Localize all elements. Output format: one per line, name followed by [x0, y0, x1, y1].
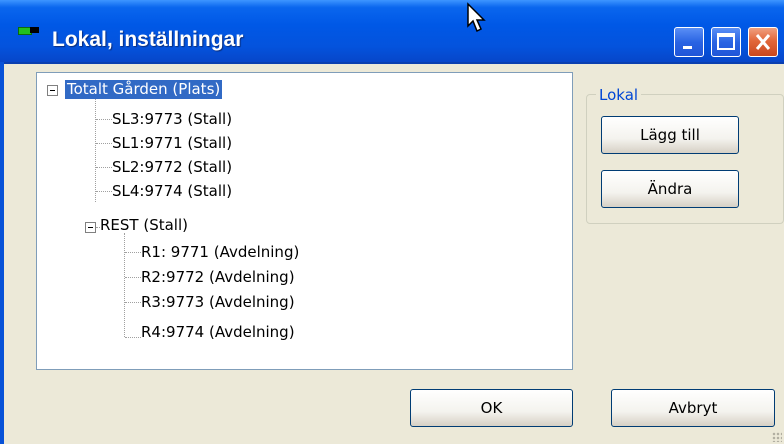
maximize-button[interactable] — [711, 27, 741, 57]
settings-dialog: Lokal, inställningar Totalt Gården (Plat… — [0, 0, 784, 444]
maximize-icon — [717, 33, 735, 50]
tree-connector — [95, 95, 96, 202]
close-button[interactable] — [748, 27, 778, 57]
window-title: Lokal, inställningar — [52, 28, 244, 51]
tree-node-department[interactable]: R2:9772 (Avdelning) — [141, 268, 295, 287]
app-icon — [18, 27, 40, 35]
ok-button[interactable]: OK — [410, 389, 573, 427]
tree-node-department[interactable]: R1: 9771 (Avdelning) — [141, 243, 299, 262]
tree-node-root[interactable]: Totalt Gården (Plats) — [65, 80, 223, 99]
title-bar[interactable]: Lokal, inställningar — [0, 0, 784, 64]
minimize-button[interactable] — [674, 27, 704, 57]
tree-connector — [125, 337, 141, 338]
resize-grip-icon[interactable] — [772, 432, 782, 442]
tree-node-stall[interactable]: SL4:9774 (Stall) — [112, 182, 232, 201]
lokal-group-label: Lokal — [596, 86, 642, 104]
tree-node-department[interactable]: R4:9774 (Avdelning) — [141, 323, 295, 342]
window-frame — [0, 62, 4, 444]
collapse-icon[interactable] — [85, 222, 96, 233]
cancel-button[interactable]: Avbryt — [611, 389, 775, 427]
collapse-icon[interactable] — [47, 85, 58, 96]
mouse-cursor-icon — [467, 2, 486, 33]
tree-node-stall[interactable]: SL1:9771 (Stall) — [112, 134, 232, 153]
tree-connector — [96, 119, 112, 120]
tree-connector — [96, 191, 112, 192]
tree-connector — [96, 143, 112, 144]
add-button[interactable]: Lägg till — [601, 116, 739, 154]
tree-connector — [125, 277, 141, 278]
tree-connector — [124, 233, 125, 337]
tree-node-stall[interactable]: SL2:9772 (Stall) — [112, 158, 232, 177]
tree-connector — [125, 302, 141, 303]
tree-node-department[interactable]: R3:9773 (Avdelning) — [141, 293, 295, 312]
tree-node-stall[interactable]: SL3:9773 (Stall) — [112, 110, 232, 129]
tree-connector — [96, 167, 112, 168]
close-icon — [755, 34, 771, 50]
location-tree[interactable]: Totalt Gården (Plats) SL3:9773 (Stall) S… — [36, 72, 573, 370]
edit-button[interactable]: Ändra — [601, 170, 739, 208]
tree-connector — [125, 252, 141, 253]
minimize-icon — [683, 46, 692, 49]
tree-node-rest[interactable]: REST (Stall) — [100, 216, 188, 235]
